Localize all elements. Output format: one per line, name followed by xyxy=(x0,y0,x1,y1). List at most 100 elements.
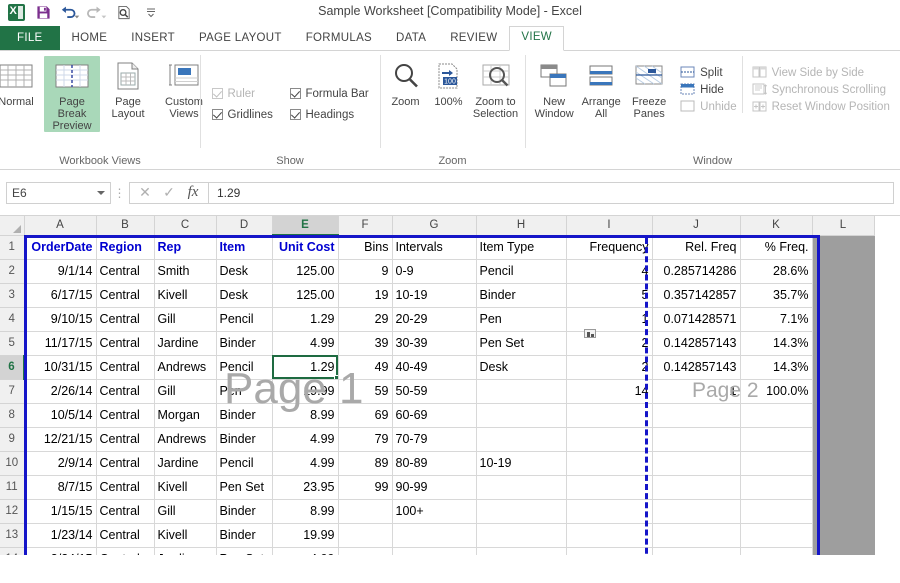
cell-E9[interactable]: 4.99 xyxy=(272,427,338,451)
cell-G8[interactable]: 60-69 xyxy=(392,403,476,427)
column-header-e[interactable]: E xyxy=(272,216,338,235)
cell-F8[interactable]: 69 xyxy=(338,403,392,427)
cell-K9[interactable] xyxy=(740,427,812,451)
cell-D13[interactable]: Binder xyxy=(216,523,272,547)
cell-I13[interactable] xyxy=(566,523,652,547)
cell-K4[interactable]: 7.1% xyxy=(740,307,812,331)
cell-J2[interactable]: 0.285714286 xyxy=(652,259,740,283)
enter-formula-button[interactable]: ✓ xyxy=(157,183,181,203)
cell-I11[interactable] xyxy=(566,475,652,499)
page-break-preview-button[interactable]: Page Break Preview xyxy=(44,56,100,132)
cell-F4[interactable]: 29 xyxy=(338,307,392,331)
cell-I12[interactable] xyxy=(566,499,652,523)
cell-B12[interactable]: Central xyxy=(96,499,154,523)
cell-D8[interactable]: Binder xyxy=(216,403,272,427)
cell-J10[interactable] xyxy=(652,451,740,475)
cell-I7[interactable]: 14 xyxy=(566,379,652,403)
cell-H12[interactable] xyxy=(476,499,566,523)
row-header-14[interactable]: 14 xyxy=(0,547,24,555)
cell-C3[interactable]: Kivell xyxy=(154,283,216,307)
column-header-i[interactable]: I xyxy=(566,216,652,235)
cell-J5[interactable]: 0.142857143 xyxy=(652,331,740,355)
cell-K5[interactable]: 14.3% xyxy=(740,331,812,355)
cell-G5[interactable]: 30-39 xyxy=(392,331,476,355)
hide-button[interactable]: Hide xyxy=(680,83,736,96)
cell-F7[interactable]: 59 xyxy=(338,379,392,403)
cell-J13[interactable] xyxy=(652,523,740,547)
cell-L9[interactable] xyxy=(812,427,874,451)
cell-I6[interactable]: 2 xyxy=(566,355,652,379)
cell-E2[interactable]: 125.00 xyxy=(272,259,338,283)
cell-D2[interactable]: Desk xyxy=(216,259,272,283)
row-header-8[interactable]: 8 xyxy=(0,403,24,427)
cell-G11[interactable]: 90-99 xyxy=(392,475,476,499)
cell-K6[interactable]: 14.3% xyxy=(740,355,812,379)
cell-F12[interactable] xyxy=(338,499,392,523)
cell-H7[interactable] xyxy=(476,379,566,403)
cell-A5[interactable]: 11/17/15 xyxy=(24,331,96,355)
cell-D11[interactable]: Pen Set xyxy=(216,475,272,499)
cell-F3[interactable]: 19 xyxy=(338,283,392,307)
cell-E1[interactable]: Unit Cost xyxy=(272,235,338,259)
zoom-button[interactable]: Zoom xyxy=(384,56,428,108)
cell-A9[interactable]: 12/21/15 xyxy=(24,427,96,451)
cell-A13[interactable]: 1/23/14 xyxy=(24,523,96,547)
cell-J14[interactable] xyxy=(652,547,740,555)
cell-C4[interactable]: Gill xyxy=(154,307,216,331)
row-header-1[interactable]: 1 xyxy=(0,235,24,259)
cell-K13[interactable] xyxy=(740,523,812,547)
cell-D7[interactable]: Pen xyxy=(216,379,272,403)
cell-H13[interactable] xyxy=(476,523,566,547)
tab-page-layout[interactable]: PAGE LAYOUT xyxy=(187,27,294,51)
cell-G12[interactable]: 100+ xyxy=(392,499,476,523)
name-box[interactable]: E6 xyxy=(6,182,111,204)
cell-F13[interactable] xyxy=(338,523,392,547)
cell-I4[interactable]: 1 xyxy=(566,307,652,331)
cell-C10[interactable]: Jardine xyxy=(154,451,216,475)
row-header-2[interactable]: 2 xyxy=(0,259,24,283)
cell-J1[interactable]: Rel. Freq xyxy=(652,235,740,259)
cell-C6[interactable]: Andrews xyxy=(154,355,216,379)
cell-C2[interactable]: Smith xyxy=(154,259,216,283)
row-header-7[interactable]: 7 xyxy=(0,379,24,403)
cell-H1[interactable]: Item Type xyxy=(476,235,566,259)
cell-H5[interactable]: Pen Set xyxy=(476,331,566,355)
cell-L11[interactable] xyxy=(812,475,874,499)
cell-G7[interactable]: 50-59 xyxy=(392,379,476,403)
column-header-c[interactable]: C xyxy=(154,216,216,235)
page-layout-button[interactable]: Page Layout xyxy=(100,56,156,120)
cell-D6[interactable]: Pencil xyxy=(216,355,272,379)
checkbox-ruler[interactable]: Ruler xyxy=(212,88,276,100)
cell-G1[interactable]: Intervals xyxy=(392,235,476,259)
cell-J12[interactable] xyxy=(652,499,740,523)
cell-B14[interactable]: Central xyxy=(96,547,154,555)
cell-K2[interactable]: 28.6% xyxy=(740,259,812,283)
cell-H10[interactable]: 10-19 xyxy=(476,451,566,475)
cell-G6[interactable]: 40-49 xyxy=(392,355,476,379)
cell-B8[interactable]: Central xyxy=(96,403,154,427)
cell-D14[interactable]: Pen Set xyxy=(216,547,272,555)
cell-A10[interactable]: 2/9/14 xyxy=(24,451,96,475)
cell-A1[interactable]: OrderDate xyxy=(24,235,96,259)
row-header-5[interactable]: 5 xyxy=(0,331,24,355)
cell-G14[interactable] xyxy=(392,547,476,555)
cell-C7[interactable]: Gill xyxy=(154,379,216,403)
cell-B11[interactable]: Central xyxy=(96,475,154,499)
cell-A6[interactable]: 10/31/15 xyxy=(24,355,96,379)
cell-D10[interactable]: Pencil xyxy=(216,451,272,475)
tab-formulas[interactable]: FORMULAS xyxy=(294,27,384,51)
cell-L2[interactable] xyxy=(812,259,874,283)
cell-H2[interactable]: Pencil xyxy=(476,259,566,283)
row-header-9[interactable]: 9 xyxy=(0,427,24,451)
cell-C5[interactable]: Jardine xyxy=(154,331,216,355)
column-header-g[interactable]: G xyxy=(392,216,476,235)
cell-I5[interactable]: 2 xyxy=(566,331,652,355)
cell-C13[interactable]: Kivell xyxy=(154,523,216,547)
checkbox-formula-bar[interactable]: Formula Bar xyxy=(290,88,371,100)
cell-J8[interactable] xyxy=(652,403,740,427)
cell-C8[interactable]: Morgan xyxy=(154,403,216,427)
cell-H9[interactable] xyxy=(476,427,566,451)
cell-A2[interactable]: 9/1/14 xyxy=(24,259,96,283)
tab-insert[interactable]: INSERT xyxy=(119,27,187,51)
column-header-k[interactable]: K xyxy=(740,216,812,235)
